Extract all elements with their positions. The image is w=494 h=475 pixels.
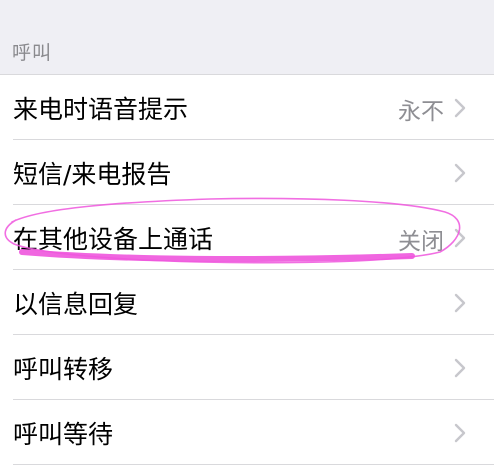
row-incoming-call-announce[interactable]: 来电时语音提示 永不 [0, 75, 494, 140]
row-label: 短信/来电报告 [13, 160, 172, 189]
row-value: 永不 [398, 99, 444, 125]
row-sms-call-report[interactable]: 短信/来电报告 [0, 140, 494, 205]
row-label: 在其他设备上通话 [13, 225, 214, 254]
row-respond-with-text[interactable]: 以信息回复 [0, 270, 494, 335]
settings-list: 来电时语音提示 永不 短信/来电报告 在其他设备上通话 关闭 以信息回复 呼叫转… [0, 74, 494, 475]
chevron-right-icon [454, 423, 466, 443]
chevron-right-icon [454, 293, 466, 313]
section-header: 呼叫 [0, 0, 494, 74]
row-calls-on-other-devices[interactable]: 在其他设备上通话 关闭 [0, 205, 494, 270]
chevron-right-icon [454, 358, 466, 378]
row-label: 呼叫等待 [13, 420, 114, 449]
chevron-right-icon [454, 98, 466, 118]
row-label: 呼叫转移 [13, 355, 114, 384]
row-call-waiting[interactable]: 呼叫等待 [0, 400, 494, 465]
chevron-right-icon [454, 163, 466, 183]
row-separator [13, 464, 494, 465]
section-title: 呼叫 [12, 42, 53, 64]
row-value: 关闭 [398, 229, 444, 255]
chevron-right-icon [454, 228, 466, 248]
row-label: 以信息回复 [13, 290, 139, 319]
settings-page: 呼叫 来电时语音提示 永不 短信/来电报告 在其他设备上通话 关闭 以信息回复 … [0, 0, 494, 475]
row-label: 来电时语音提示 [13, 95, 189, 124]
row-call-forwarding[interactable]: 呼叫转移 [0, 335, 494, 400]
